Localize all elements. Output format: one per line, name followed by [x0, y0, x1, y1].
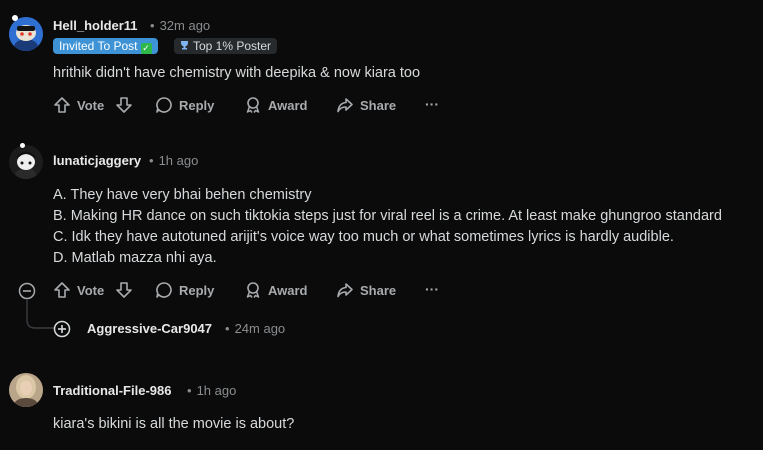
arrow-down-icon	[116, 282, 132, 298]
online-dot-icon	[20, 143, 25, 148]
award-ribbon-icon	[246, 97, 260, 113]
avatar[interactable]	[9, 17, 43, 51]
more-options-icon: ···	[425, 281, 439, 297]
vote-label: Vote	[77, 97, 105, 113]
comment-body: kiara's bikini is all the movie is about…	[53, 416, 295, 432]
comment-body-line: A. They have very bhai behen chemistry	[53, 187, 312, 203]
upvote-button[interactable]: Vote	[53, 96, 104, 114]
share-arrow-icon	[337, 98, 353, 113]
comment-meta: • 32m ago	[145, 18, 210, 33]
checkmark-icon: ✓	[140, 43, 152, 54]
award-button[interactable]: Award	[244, 281, 308, 299]
award-label: Award	[268, 282, 308, 298]
more-options-button[interactable]: ···	[425, 96, 439, 112]
profile-photo-icon	[9, 373, 43, 407]
downvote-button[interactable]	[115, 96, 133, 114]
online-dot-icon	[12, 15, 18, 21]
thread-connector-line	[26, 300, 54, 329]
separator-dot: •	[150, 18, 155, 33]
timestamp: 1h ago	[196, 383, 237, 398]
reply-button[interactable]: Reply	[155, 96, 214, 114]
arrow-up-icon	[54, 97, 70, 113]
share-label: Share	[360, 282, 397, 298]
flair-top-poster: Top 1% Poster	[174, 38, 278, 54]
comment-body-line: C. Idk they have autotuned arijit's voic…	[53, 229, 674, 245]
username[interactable]: lunaticjaggery	[53, 153, 141, 168]
separator-dot: •	[187, 383, 192, 398]
comment-meta: • 24m ago	[220, 321, 285, 336]
comment-body: hrithik didn't have chemistry with deepi…	[53, 65, 421, 81]
comment-actions: Vote Reply Award Share ···	[53, 281, 453, 301]
username[interactable]: Aggressive-Car9047	[87, 321, 212, 336]
timestamp: 32m ago	[159, 18, 211, 33]
arrow-down-icon	[116, 97, 132, 113]
snoo-avatar-icon	[9, 145, 43, 179]
snoo-avatar-icon	[9, 17, 43, 51]
flair-invited-to-post: Invited To Post ✓	[53, 38, 158, 54]
timestamp: 24m ago	[234, 321, 286, 336]
vote-label: Vote	[77, 282, 105, 298]
share-arrow-icon	[337, 283, 353, 298]
trophy-icon	[180, 38, 189, 54]
speech-bubble-icon	[156, 282, 172, 298]
avatar[interactable]	[9, 373, 43, 407]
more-options-icon: ···	[425, 96, 439, 112]
timestamp: 1h ago	[158, 153, 199, 168]
more-options-button[interactable]: ···	[425, 281, 439, 297]
downvote-button[interactable]	[115, 281, 133, 299]
username[interactable]: Traditional-File-986	[53, 383, 171, 398]
comment-body-line: B. Making HR dance on such tiktokia step…	[53, 208, 722, 224]
arrow-up-icon	[54, 282, 70, 298]
username[interactable]: Hell_holder11	[53, 18, 138, 33]
separator-dot: •	[149, 153, 154, 168]
share-label: Share	[360, 97, 397, 113]
speech-bubble-icon	[156, 97, 172, 113]
upvote-button[interactable]: Vote	[53, 281, 104, 299]
reply-label: Reply	[179, 97, 215, 113]
reply-button[interactable]: Reply	[155, 281, 214, 299]
award-ribbon-icon	[246, 282, 260, 298]
comment-actions: Vote Reply Award Share ···	[53, 96, 453, 116]
share-button[interactable]: Share	[336, 281, 396, 299]
plus-circle-icon	[53, 320, 71, 338]
comment-meta: • 1h ago	[182, 383, 236, 398]
minus-circle-icon	[18, 282, 36, 300]
expand-thread-button[interactable]	[53, 320, 71, 343]
award-label: Award	[268, 97, 308, 113]
award-button[interactable]: Award	[244, 96, 308, 114]
separator-dot: •	[225, 321, 230, 336]
comment-meta: • 1h ago	[144, 153, 198, 168]
avatar[interactable]	[9, 145, 43, 179]
reply-label: Reply	[179, 282, 215, 298]
share-button[interactable]: Share	[336, 96, 396, 114]
comment-body-line: D. Matlab mazza nhi aya.	[53, 250, 217, 266]
